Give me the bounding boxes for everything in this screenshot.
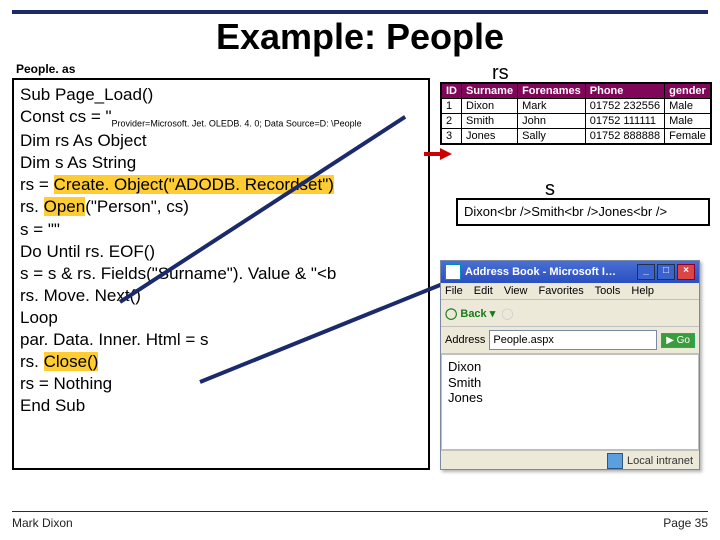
cell: Jones — [462, 129, 518, 145]
code-line: rs. Move. Next() — [20, 285, 422, 307]
back-label: Back — [460, 308, 486, 320]
cell: Male — [665, 99, 711, 114]
menu-edit[interactable]: Edit — [474, 285, 493, 297]
code-line: rs = Nothing — [20, 373, 422, 395]
code-line: Const cs = "Provider=Microsoft. Jet. OLE… — [20, 106, 422, 130]
status-text: Local intranet — [627, 455, 693, 467]
code-box: Sub Page_Load() Const cs = "Provider=Mic… — [12, 78, 430, 470]
code-line: rs. Close() — [20, 351, 422, 373]
menu-favorites[interactable]: Favorites — [539, 285, 584, 297]
table-row: 1 Dixon Mark 01752 232556 Male — [441, 99, 711, 114]
app-icon — [445, 264, 461, 280]
col-surname: Surname — [462, 83, 518, 99]
code-line: rs. Open("Person", cs) — [20, 196, 422, 218]
top-rule — [12, 10, 708, 14]
code-line: Do Until rs. EOF() — [20, 241, 422, 263]
code-line: Dim s As String — [20, 152, 422, 174]
table-header-row: ID Surname Forenames Phone gender — [441, 83, 711, 99]
intranet-icon — [607, 453, 623, 469]
statusbar: Local intranet — [441, 450, 699, 471]
menu-view[interactable]: View — [504, 285, 528, 297]
arrow-icon — [440, 148, 452, 160]
browser-content: Dixon Smith Jones — [441, 354, 699, 450]
table-row: 2 Smith John 01752 111111 Male — [441, 114, 711, 129]
cell: 01752 888888 — [585, 129, 664, 145]
cell: Male — [665, 114, 711, 129]
code-line: par. Data. Inner. Html = s — [20, 329, 422, 351]
go-button[interactable]: ▶ Go — [661, 333, 695, 348]
menu-tools[interactable]: Tools — [595, 285, 621, 297]
window-title: Address Book - Microsoft I… — [465, 266, 616, 278]
code-line: End Sub — [20, 395, 422, 417]
code-text: rs = — [20, 175, 54, 194]
cell: Sally — [518, 129, 586, 145]
code-line: rs = Create. Object("ADODB. Recordset") — [20, 174, 422, 196]
col-id: ID — [441, 83, 462, 99]
cell: Mark — [518, 99, 586, 114]
code-highlight: Open — [44, 197, 86, 216]
cell: Dixon — [462, 99, 518, 114]
cell: Smith — [462, 114, 518, 129]
slide-title: Example: People — [0, 16, 720, 58]
titlebar: Address Book - Microsoft I… _ □ × — [441, 261, 699, 283]
data-table: ID Surname Forenames Phone gender 1 Dixo… — [440, 82, 712, 145]
maximize-button[interactable]: □ — [657, 264, 675, 280]
cell: 3 — [441, 129, 462, 145]
code-text: Const cs = " — [20, 107, 112, 126]
col-gender: gender — [665, 83, 711, 99]
table-row: 3 Jones Sally 01752 888888 Female — [441, 129, 711, 145]
footer-author: Mark Dixon — [12, 516, 73, 530]
code-text: ("Person", cs) — [85, 197, 189, 216]
address-input[interactable] — [489, 330, 657, 350]
go-label: Go — [677, 335, 690, 346]
forward-icon: ◯ — [501, 307, 513, 320]
cell: 01752 232556 — [585, 99, 664, 114]
browser-window: Address Book - Microsoft I… _ □ × File E… — [440, 260, 700, 470]
cell: 2 — [441, 114, 462, 129]
content-line: Smith — [448, 375, 692, 391]
cell: Female — [665, 129, 711, 145]
code-text-small: Provider=Microsoft. Jet. OLEDB. 4. 0; Da… — [112, 118, 362, 128]
menubar: File Edit View Favorites Tools Help — [441, 283, 699, 299]
content-line: Jones — [448, 390, 692, 406]
address-label: Address — [445, 334, 485, 346]
address-bar: Address ▶ Go — [441, 327, 699, 354]
content-line: Dixon — [448, 359, 692, 375]
col-phone: Phone — [585, 83, 664, 99]
cell: John — [518, 114, 586, 129]
cell: 1 — [441, 99, 462, 114]
back-button[interactable]: ◯ Back ▾ — [445, 307, 495, 320]
window-buttons: _ □ × — [637, 264, 695, 280]
code-line: s = s & rs. Fields("Surname"). Value & "… — [20, 263, 422, 285]
code-highlight: Close() — [44, 352, 99, 371]
bottom-rule — [12, 511, 708, 512]
s-box: Dixon<br />Smith<br />Jones<br /> — [456, 198, 710, 226]
cell: 01752 111111 — [585, 114, 664, 129]
code-line: Sub Page_Load() — [20, 84, 422, 106]
menu-help[interactable]: Help — [631, 285, 654, 297]
col-forenames: Forenames — [518, 83, 586, 99]
minimize-button[interactable]: _ — [637, 264, 655, 280]
menu-file[interactable]: File — [445, 285, 463, 297]
code-text: rs. — [20, 352, 44, 371]
close-button[interactable]: × — [677, 264, 695, 280]
footer-page: Page 35 — [663, 516, 708, 530]
code-text: rs. — [20, 197, 44, 216]
toolbar: ◯ Back ▾ ◯ — [441, 299, 699, 327]
